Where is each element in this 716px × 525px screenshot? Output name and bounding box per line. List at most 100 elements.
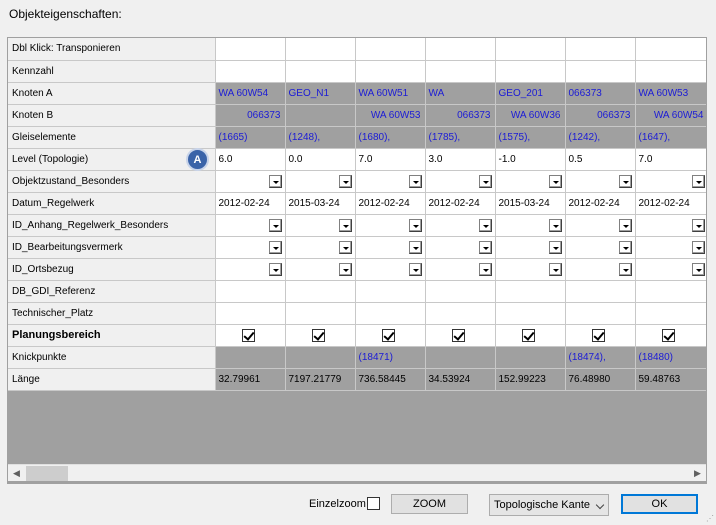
planungsbereich-checkbox[interactable] [661,328,675,342]
dropdown-arrow-icon[interactable] [548,174,562,188]
zoom-button[interactable]: ZOOM [391,494,468,514]
table-cell[interactable] [285,170,356,193]
planungsbereich-checkbox[interactable] [381,328,395,342]
table-cell[interactable] [495,280,566,303]
resize-grip-icon[interactable]: ⋰ [706,514,714,523]
table-cell[interactable] [565,324,636,347]
table-cell[interactable] [425,324,496,347]
dropdown-arrow-icon[interactable] [478,240,492,254]
table-cell[interactable] [285,258,356,281]
table-cell[interactable] [565,60,636,83]
dropdown-arrow-icon[interactable] [408,174,422,188]
table-cell[interactable] [215,236,286,259]
table-cell[interactable] [355,236,426,259]
table-cell[interactable] [285,324,356,347]
planungsbereich-checkbox[interactable] [311,328,325,342]
table-cell[interactable] [355,214,426,237]
dropdown-arrow-icon[interactable] [338,218,352,232]
table-cell[interactable] [215,324,286,347]
table-cell[interactable] [635,170,706,193]
table-cell[interactable]: 0.5 [565,148,636,171]
mode-select[interactable]: Topologische Kante [489,494,609,516]
dropdown-arrow-icon[interactable] [548,240,562,254]
table-cell[interactable] [495,60,566,83]
table-cell[interactable] [495,214,566,237]
dropdown-arrow-icon[interactable] [691,174,705,188]
table-cell[interactable] [285,236,356,259]
table-cell[interactable]: 2015-03-24 [285,192,356,215]
table-cell[interactable] [355,324,426,347]
dropdown-arrow-icon[interactable] [548,262,562,276]
scroll-right-icon[interactable]: ▶ [689,465,706,482]
table-cell[interactable] [425,214,496,237]
dropdown-arrow-icon[interactable] [618,240,632,254]
table-cell[interactable] [215,170,286,193]
table-cell[interactable] [565,302,636,325]
table-cell[interactable] [635,60,706,83]
dropdown-arrow-icon[interactable] [408,218,422,232]
scroll-left-icon[interactable]: ◀ [8,465,25,482]
table-cell[interactable] [355,60,426,83]
table-cell[interactable]: 2015-03-24 [495,192,566,215]
table-cell[interactable]: -1.0 [495,148,566,171]
table-cell[interactable]: 3.0 [425,148,496,171]
planungsbereich-checkbox[interactable] [521,328,535,342]
dropdown-arrow-icon[interactable] [408,262,422,276]
table-cell[interactable] [285,60,356,83]
table-cell[interactable] [635,302,706,325]
dropdown-arrow-icon[interactable] [338,174,352,188]
table-cell[interactable] [355,280,426,303]
dropdown-arrow-icon[interactable] [618,218,632,232]
dropdown-arrow-icon[interactable] [691,218,705,232]
table-cell[interactable]: 2012-02-24 [215,192,286,215]
ok-button[interactable]: OK [621,494,698,514]
planungsbereich-checkbox[interactable] [451,328,465,342]
dropdown-arrow-icon[interactable] [548,218,562,232]
dropdown-arrow-icon[interactable] [691,262,705,276]
table-cell[interactable] [285,280,356,303]
table-cell[interactable] [425,280,496,303]
dropdown-arrow-icon[interactable] [478,218,492,232]
dropdown-arrow-icon[interactable] [268,262,282,276]
table-cell[interactable] [635,214,706,237]
table-cell[interactable] [425,236,496,259]
table-cell[interactable] [355,170,426,193]
table-cell[interactable] [215,280,286,303]
table-cell[interactable] [635,280,706,303]
planungsbereich-checkbox[interactable] [241,328,255,342]
table-cell[interactable] [565,236,636,259]
table-cell[interactable] [565,280,636,303]
table-cell[interactable] [495,236,566,259]
table-cell[interactable] [425,60,496,83]
dropdown-arrow-icon[interactable] [618,174,632,188]
dropdown-arrow-icon[interactable] [408,240,422,254]
table-cell[interactable]: 7.0 [635,148,706,171]
dropdown-arrow-icon[interactable] [478,262,492,276]
table-cell[interactable] [285,214,356,237]
dropdown-arrow-icon[interactable] [338,240,352,254]
table-cell[interactable] [425,170,496,193]
scrollbar-thumb[interactable] [26,466,68,481]
table-cell[interactable] [215,302,286,325]
table-cell[interactable]: 6.0 [215,148,286,171]
table-cell[interactable] [635,324,706,347]
table-cell[interactable]: 2012-02-24 [425,192,496,215]
table-cell[interactable] [565,170,636,193]
horizontal-scrollbar[interactable]: ◀ ▶ [8,464,706,481]
table-cell[interactable] [355,258,426,281]
table-cell[interactable] [565,258,636,281]
dropdown-arrow-icon[interactable] [691,240,705,254]
einzelzoom-checkbox[interactable] [367,497,380,510]
table-cell[interactable] [355,302,426,325]
dropdown-arrow-icon[interactable] [338,262,352,276]
table-cell[interactable] [285,302,356,325]
table-cell[interactable]: 2012-02-24 [635,192,706,215]
table-cell[interactable] [495,302,566,325]
table-cell[interactable]: 0.0 [285,148,356,171]
table-cell[interactable] [215,60,286,83]
table-cell[interactable] [425,302,496,325]
table-cell[interactable] [215,214,286,237]
table-cell[interactable] [215,258,286,281]
dropdown-arrow-icon[interactable] [478,174,492,188]
table-cell[interactable] [565,214,636,237]
